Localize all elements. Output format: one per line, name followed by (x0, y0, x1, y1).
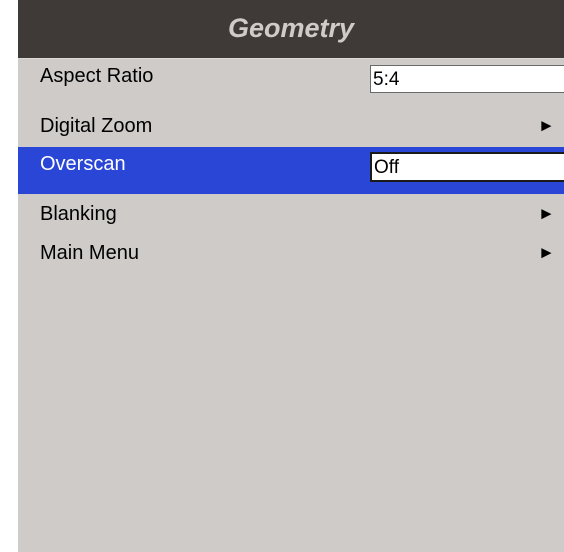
menu-item-main-menu[interactable]: Main Menu ► (18, 236, 564, 272)
arrow-right-icon: ► (538, 116, 555, 135)
menu-item-aspect-ratio[interactable]: Aspect Ratio 5:4 (18, 59, 564, 95)
menu-item-overscan[interactable]: Overscan Off (18, 147, 564, 194)
overscan-value: Off (374, 157, 399, 178)
arrow-right-icon: ► (538, 243, 555, 262)
menu-item-label: Aspect Ratio (40, 65, 154, 87)
arrow-right-icon: ► (538, 204, 555, 223)
aspect-ratio-value-field[interactable]: 5:4 (370, 65, 564, 93)
aspect-ratio-value: 5:4 (373, 69, 400, 90)
menu-item-label: Digital Zoom (40, 115, 153, 137)
menu-title-bar: Geometry (18, 0, 564, 59)
menu-item-label: Blanking (40, 203, 117, 225)
overscan-value-field[interactable]: Off (370, 152, 564, 182)
menu-item-label: Overscan (40, 153, 126, 175)
menu-item-label: Main Menu (40, 242, 139, 264)
menu-title: Geometry (227, 13, 355, 43)
menu-item-blanking[interactable]: Blanking ► (18, 197, 564, 233)
menu-item-digital-zoom[interactable]: Digital Zoom ► (18, 109, 564, 145)
osd-menu-panel: Geometry Aspect Ratio 5:4 Digital Zoom ►… (18, 0, 564, 552)
